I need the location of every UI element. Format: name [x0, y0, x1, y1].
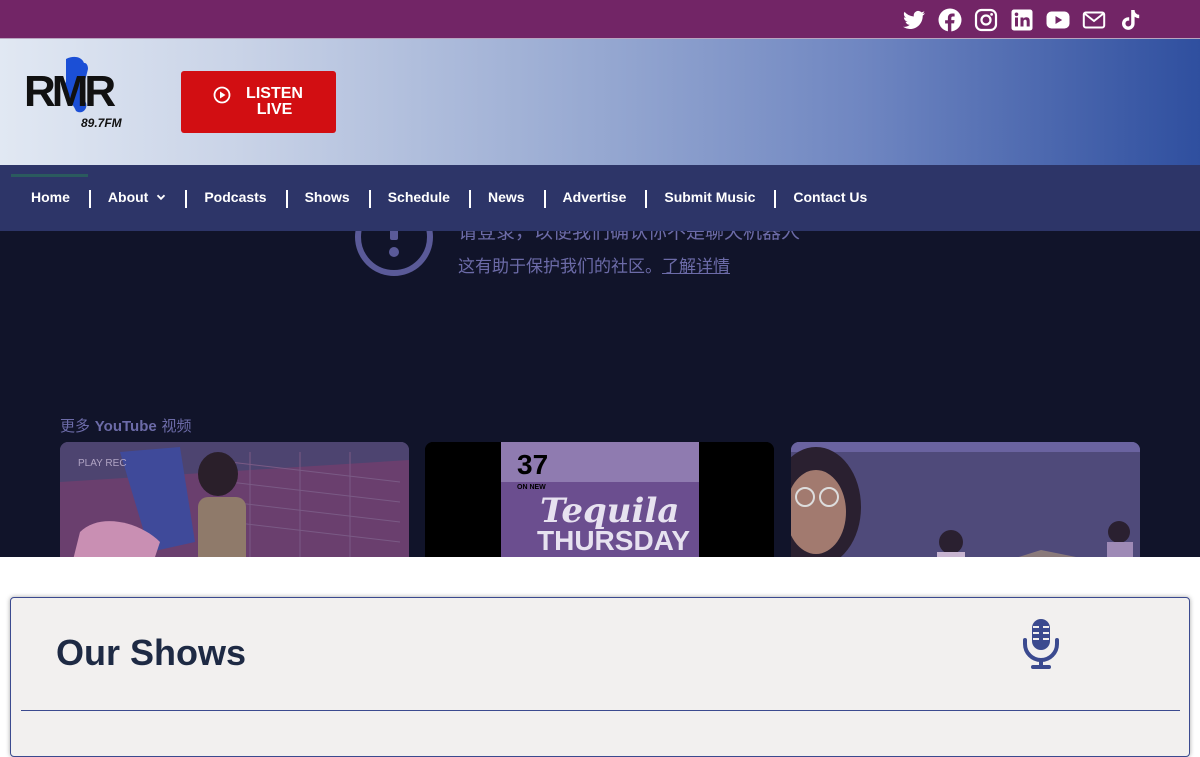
alert-icon — [355, 231, 433, 276]
tiktok-icon[interactable] — [1118, 8, 1142, 32]
promo-number: 37 — [517, 449, 548, 480]
nav-item-podcasts[interactable]: Podcasts — [185, 189, 285, 208]
youtube-icon[interactable] — [1046, 8, 1070, 32]
section-title: Our Shows — [56, 632, 247, 673]
nav-item-schedule[interactable]: Schedule — [368, 189, 469, 208]
linkedin-icon[interactable] — [1010, 8, 1034, 32]
station-logo[interactable]: RMR 89.7FM — [22, 51, 132, 131]
video-thumbnail[interactable]: PLAY REC — [60, 442, 409, 557]
nav-item-advertise[interactable]: Advertise — [543, 189, 646, 208]
top-bar — [0, 0, 1200, 39]
our-shows-section: Our Shows — [10, 597, 1190, 757]
main-nav: Home About Podcasts Shows Schedule News … — [0, 165, 1200, 231]
social-links — [902, 8, 1142, 32]
nav-item-about[interactable]: About — [88, 189, 185, 208]
video-thumbnail[interactable]: 37 ON NEW Tequila THURSDAY — [425, 442, 774, 557]
play-rec-sign: PLAY REC — [78, 458, 127, 469]
nav-item-home[interactable]: Home — [12, 189, 89, 205]
email-icon[interactable] — [1082, 8, 1106, 32]
more-videos-heading: 更多 YouTube 视频 — [60, 417, 192, 435]
twitter-icon[interactable] — [902, 8, 926, 32]
logo-text: RMR — [24, 67, 115, 116]
site-header: RMR 89.7FM LISTEN LIVE — [0, 39, 1200, 165]
facebook-icon[interactable] — [938, 8, 962, 32]
logo-frequency: 89.7FM — [81, 116, 123, 130]
microphone-icon — [1023, 619, 1059, 669]
listen-live-button[interactable]: LISTEN LIVE — [181, 71, 336, 133]
video-thumbnail[interactable] — [791, 442, 1140, 557]
nav-item-contact-us[interactable]: Contact Us — [774, 189, 886, 208]
promo-title-line2: THURSDAY — [537, 525, 690, 556]
learn-more-link[interactable]: 了解详情 — [662, 257, 730, 277]
nav-item-news[interactable]: News — [468, 189, 544, 208]
nav-active-indicator — [11, 174, 88, 177]
nav-item-shows[interactable]: Shows — [285, 189, 369, 208]
promo-on-new: ON NEW — [517, 484, 546, 491]
sign-in-message: 请登录，以便我们确认你不是聊天机器人 — [458, 231, 801, 243]
youtube-embed: 请登录，以便我们确认你不是聊天机器人 这有助于保护我们的社区。了解详情 更多 Y… — [0, 231, 1200, 557]
protect-community-message: 这有助于保护我们的社区。了解详情 — [458, 257, 730, 277]
listen-live-label: LISTEN LIVE — [246, 85, 303, 118]
instagram-icon[interactable] — [974, 8, 998, 32]
section-divider — [21, 710, 1180, 711]
chevron-down-icon — [157, 194, 166, 201]
play-circle-icon — [213, 86, 230, 104]
nav-item-submit-music[interactable]: Submit Music — [645, 189, 774, 208]
